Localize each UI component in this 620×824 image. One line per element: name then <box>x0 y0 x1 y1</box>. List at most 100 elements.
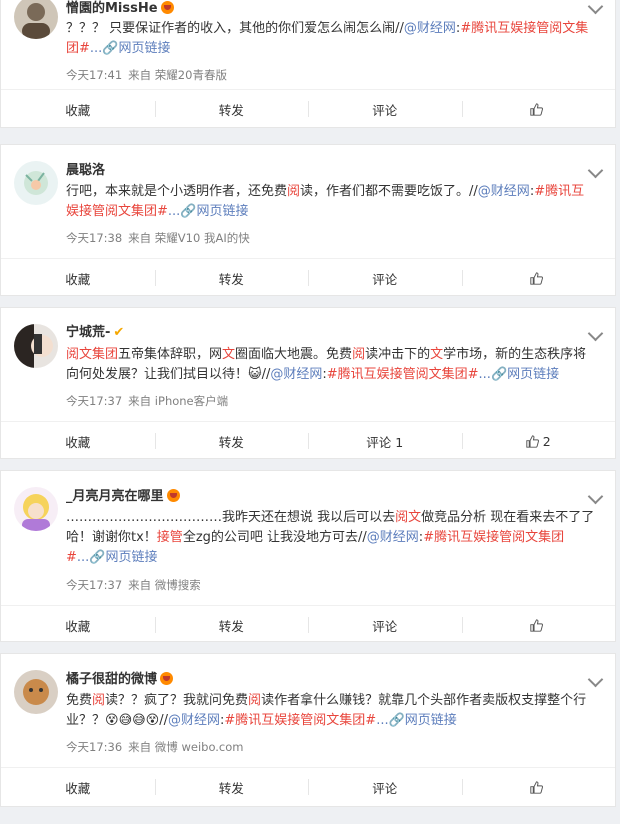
username[interactable]: _月亮月亮在哪里 <box>66 489 180 505</box>
username[interactable]: 憎園的MissHe <box>66 1 174 17</box>
keyword-highlight[interactable]: 文 <box>430 347 443 362</box>
chevron-down-icon[interactable] <box>587 0 604 15</box>
comment-button[interactable]: 评论 <box>308 606 462 644</box>
text-link[interactable]: @财经网 <box>404 21 456 36</box>
keyword-highlight[interactable]: 阅 <box>352 347 365 362</box>
verified-icon: ✔ <box>113 325 125 340</box>
collect-button[interactable]: 收藏 <box>1 90 155 128</box>
keyword-highlight[interactable]: 阅文集团 <box>66 347 118 362</box>
repost-button[interactable]: 转发 <box>154 259 309 297</box>
post-source: 来自 荣耀V10 我AI的快 <box>128 231 250 245</box>
post-card: 憎園的MissHe ？？？ 只要保证作者的收入，其他的你们爱怎么闹怎么闹//@财… <box>0 0 616 128</box>
keyword-highlight[interactable]: 阅 <box>287 184 300 199</box>
comment-button[interactable]: 评论 <box>308 259 462 297</box>
avatar[interactable] <box>14 670 58 714</box>
repost-button[interactable]: 转发 <box>154 768 309 806</box>
post-text: 免费阅读？？疯了？我就问免费阅读作者拿什么赚钱？就靠几个头部作者卖版权支撑整个行… <box>66 691 596 731</box>
post-text: ………………………………我昨天还在想说 我以后可以去阅文做竞品分析 现在看来去不… <box>66 508 596 568</box>
text-segment: 读？？疯了？我就问免费 <box>105 693 249 708</box>
thumbs-up-icon <box>530 102 543 116</box>
repost-button[interactable]: 转发 <box>154 90 309 128</box>
username[interactable]: 晨聪洛 <box>66 163 105 179</box>
text-link[interactable]: ... <box>90 41 102 56</box>
chevron-down-icon[interactable] <box>587 325 604 342</box>
text-link[interactable]: ... <box>168 204 180 219</box>
text-segment: 全zg的公司吧 让我没地方可去// <box>182 530 367 545</box>
collect-button[interactable]: 收藏 <box>1 606 155 644</box>
text-segment: 免费 <box>66 693 93 708</box>
text-segment: ？？？ 只要保证作者的收入，其他的你们爱怎么闹怎么闹// <box>66 21 404 36</box>
post-source: 来自 微博 weibo.com <box>128 740 244 754</box>
like-button[interactable] <box>461 259 616 297</box>
text-segment: 圈面临大地震。免费 <box>235 347 353 362</box>
thumbs-up-icon <box>526 434 539 448</box>
repost-button[interactable]: 转发 <box>154 422 309 460</box>
post-time[interactable]: 今天17:37 <box>66 394 122 408</box>
action-bar: 收藏 转发 评论 <box>1 89 615 128</box>
thumbs-up-icon <box>530 618 543 632</box>
avatar[interactable] <box>14 161 58 205</box>
text-link[interactable]: @财经网 <box>367 530 419 545</box>
like-button[interactable] <box>461 606 616 644</box>
text-segment: ………………………………我昨天还在想说 我以后可以去 <box>66 510 396 525</box>
text-segment: 读冲击下的 <box>365 347 431 362</box>
keyword-highlight[interactable]: 文 <box>222 347 235 362</box>
keyword-highlight[interactable]: #腾讯互娱接管阅文集团# <box>327 367 479 382</box>
like-button[interactable] <box>461 768 616 806</box>
text-segment: 五帝集体辞职，网 <box>118 347 223 362</box>
post-time[interactable]: 今天17:37 <box>66 578 122 592</box>
keyword-highlight[interactable]: #腾讯互娱接管阅文集团# <box>224 713 376 728</box>
chevron-down-icon[interactable] <box>587 488 604 505</box>
post-time[interactable]: 今天17:41 <box>66 68 122 82</box>
text-segment: 😺 <box>248 367 262 382</box>
keyword-highlight[interactable]: 阅 <box>248 693 261 708</box>
post-card: 晨聪洛 行吧，本来就是个小透明作者，还免费阅读，作者们都不需要吃饭了。//@财经… <box>0 144 616 296</box>
text-link[interactable]: 🔗网页链接 <box>102 41 170 56</box>
chevron-down-icon[interactable] <box>587 671 604 688</box>
text-link[interactable]: ... <box>77 550 89 565</box>
text-link[interactable]: 🔗网页链接 <box>89 550 157 565</box>
chevron-down-icon[interactable] <box>587 162 604 179</box>
action-bar: 收藏 转发 评论 <box>1 258 615 297</box>
like-button[interactable]: 2 <box>461 422 616 460</box>
post-time[interactable]: 今天17:38 <box>66 231 122 245</box>
avatar[interactable] <box>14 324 58 368</box>
post-meta: 今天17:37 来自 iPhone客户端 <box>66 393 228 409</box>
weibo-comment-feed: 憎園的MissHe ？？？ 只要保证作者的收入，其他的你们爱怎么闹怎么闹//@财… <box>0 0 620 824</box>
post-text: 阅文集团五帝集体辞职，网文圈面临大地震。免费阅读冲击下的文学市场，新的生态秩序将… <box>66 345 596 385</box>
like-button[interactable] <box>461 90 616 128</box>
text-link[interactable]: ... <box>479 367 491 382</box>
keyword-highlight[interactable]: 接管 <box>157 530 183 545</box>
member-badge-icon <box>166 489 180 502</box>
text-link[interactable]: 🔗网页链接 <box>389 713 457 728</box>
text-link[interactable]: @财经网 <box>270 367 322 382</box>
collect-button[interactable]: 收藏 <box>1 259 155 297</box>
comment-button[interactable]: 评论 <box>308 768 462 806</box>
thumbs-up-icon <box>530 271 543 285</box>
repost-button[interactable]: 转发 <box>154 606 309 644</box>
username[interactable]: 橘子很甜的微博 <box>66 672 174 688</box>
keyword-highlight[interactable]: 阅文 <box>395 510 421 525</box>
keyword-highlight[interactable]: 阅 <box>92 693 105 708</box>
text-link[interactable]: @财经网 <box>168 713 220 728</box>
text-segment: 读，作者们都不需要吃饭了。// <box>300 184 478 199</box>
text-segment: // <box>159 713 168 728</box>
collect-button[interactable]: 收藏 <box>1 768 155 806</box>
post-source: 来自 微博搜索 <box>128 578 201 592</box>
text-link[interactable]: 🔗网页链接 <box>491 367 559 382</box>
text-link[interactable]: @财经网 <box>478 184 530 199</box>
username[interactable]: 宁城荒- ✔ <box>66 325 124 341</box>
comment-button[interactable]: 评论 1 <box>308 422 462 460</box>
comment-button[interactable]: 评论 <box>308 90 462 128</box>
post-meta: 今天17:36 来自 微博 weibo.com <box>66 739 244 755</box>
text-link[interactable]: ... <box>376 713 388 728</box>
post-card: 橘子很甜的微博 免费阅读？？疯了？我就问免费阅读作者拿什么赚钱？就靠几个头部作者… <box>0 653 616 807</box>
avatar[interactable] <box>14 0 58 39</box>
text-link[interactable]: 🔗网页链接 <box>180 204 248 219</box>
post-text: 行吧，本来就是个小透明作者，还免费阅读，作者们都不需要吃饭了。//@财经网:#腾… <box>66 182 596 222</box>
text-segment: 😵😅😅😵 <box>105 713 160 728</box>
avatar[interactable] <box>14 487 58 531</box>
collect-button[interactable]: 收藏 <box>1 422 155 460</box>
action-bar: 收藏 转发 评论 <box>1 767 615 806</box>
post-time[interactable]: 今天17:36 <box>66 740 122 754</box>
